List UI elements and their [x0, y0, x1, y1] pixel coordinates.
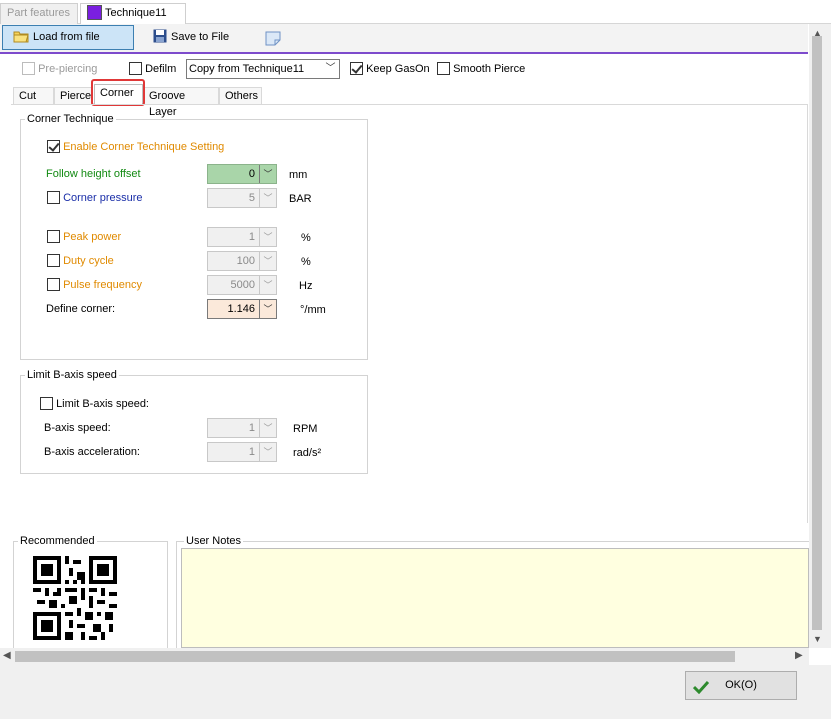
peak-power-input[interactable]: 1 ﹀	[207, 227, 277, 247]
chevron-down-icon[interactable]: ﹀	[259, 300, 276, 318]
unit-rad-per-s2: rad/s²	[293, 447, 322, 459]
vertical-scroll-thumb[interactable]	[812, 36, 822, 630]
user-notes-textarea[interactable]	[181, 548, 809, 648]
corner-pressure-checkbox[interactable]: Corner pressure	[47, 191, 143, 205]
chevron-down-icon[interactable]: ﹀	[259, 276, 276, 294]
copy-from-technique-select[interactable]: Copy from Technique11 ﹀	[186, 59, 340, 79]
duty-cycle-input[interactable]: 100 ﹀	[207, 251, 277, 271]
unit-percent: %	[301, 256, 311, 268]
tab-part-features[interactable]: Part features	[0, 3, 78, 24]
technique-color-swatch	[87, 5, 102, 20]
chevron-down-icon[interactable]: ﹀	[259, 252, 276, 270]
accent-divider	[0, 52, 808, 54]
peak-power-checkbox[interactable]: Peak power	[47, 230, 121, 244]
corner-technique-title: Corner Technique	[25, 113, 116, 125]
highlight-box	[91, 79, 145, 106]
b-axis-acceleration-input[interactable]: 1 ﹀	[207, 442, 277, 462]
chevron-down-icon[interactable]: ﹀	[259, 189, 276, 207]
unit-rpm: RPM	[293, 423, 318, 435]
corner-pressure-input[interactable]: 5 ﹀	[207, 188, 277, 208]
checkmark-icon	[692, 678, 710, 705]
limit-b-axis-speed-checkbox[interactable]: Limit B-axis speed:	[40, 397, 149, 411]
pulse-frequency-input[interactable]: 5000 ﹀	[207, 275, 277, 295]
unit-degree-per-mm: °/mm	[300, 304, 326, 316]
limit-b-axis-title: Limit B-axis speed	[25, 369, 119, 381]
user-notes-title: User Notes	[184, 535, 244, 547]
unit-bar: BAR	[289, 193, 312, 205]
chevron-down-icon: ﹀	[325, 63, 336, 74]
unit-percent: %	[301, 232, 311, 244]
horizontal-scroll-thumb[interactable]	[15, 651, 735, 662]
follow-height-offset-label: Follow height offset	[46, 168, 141, 180]
tab-technique[interactable]: Technique11	[80, 3, 186, 24]
pulse-frequency-checkbox[interactable]: Pulse frequency	[47, 278, 142, 292]
scroll-down-icon[interactable]: ▼	[813, 634, 822, 644]
floppy-disk-icon	[153, 29, 167, 52]
unit-hz: Hz	[299, 280, 313, 292]
scroll-left-icon[interactable]: ◀	[3, 650, 11, 661]
chevron-down-icon[interactable]: ﹀	[259, 228, 276, 246]
load-from-file-button[interactable]: Load from file	[2, 25, 134, 50]
chevron-down-icon[interactable]: ﹀	[259, 165, 276, 183]
subtab-pierce[interactable]: Pierce	[54, 87, 93, 105]
follow-height-offset-input[interactable]: 0 ﹀	[207, 164, 277, 184]
folder-icon	[13, 29, 29, 52]
chevron-down-icon[interactable]: ﹀	[259, 419, 276, 437]
enable-corner-technique-checkbox[interactable]: Enable Corner Technique Setting	[47, 140, 224, 154]
b-axis-speed-label: B-axis speed:	[44, 422, 111, 434]
duty-cycle-checkbox[interactable]: Duty cycle	[47, 254, 114, 268]
pre-piercing-checkbox[interactable]: Pre-piercing	[22, 62, 97, 76]
defilm-checkbox[interactable]: Defilm	[129, 62, 176, 76]
ok-button[interactable]: OK(O)	[685, 671, 797, 700]
unit-mm: mm	[289, 169, 308, 181]
smooth-pierce-checkbox[interactable]: Smooth Pierce	[437, 62, 525, 76]
qr-code-image	[33, 556, 117, 640]
scroll-right-icon[interactable]: ▶	[795, 650, 803, 661]
b-axis-speed-input[interactable]: 1 ﹀	[207, 418, 277, 438]
b-axis-acceleration-label: B-axis acceleration:	[44, 446, 140, 458]
subtab-others[interactable]: Others	[219, 87, 262, 105]
note-icon[interactable]	[264, 29, 282, 47]
subtab-groove-layer[interactable]: Groove Layer	[143, 87, 219, 118]
recommended-title: Recommended	[18, 535, 97, 547]
define-corner-input[interactable]: 1.146 ﹀	[207, 299, 277, 319]
save-to-file-button[interactable]: Save to File	[142, 25, 246, 50]
chevron-down-icon[interactable]: ﹀	[259, 443, 276, 461]
subtab-cut[interactable]: Cut	[13, 87, 54, 105]
define-corner-label: Define corner:	[46, 303, 116, 315]
keep-gas-on-checkbox[interactable]: Keep GasOn	[350, 62, 430, 76]
